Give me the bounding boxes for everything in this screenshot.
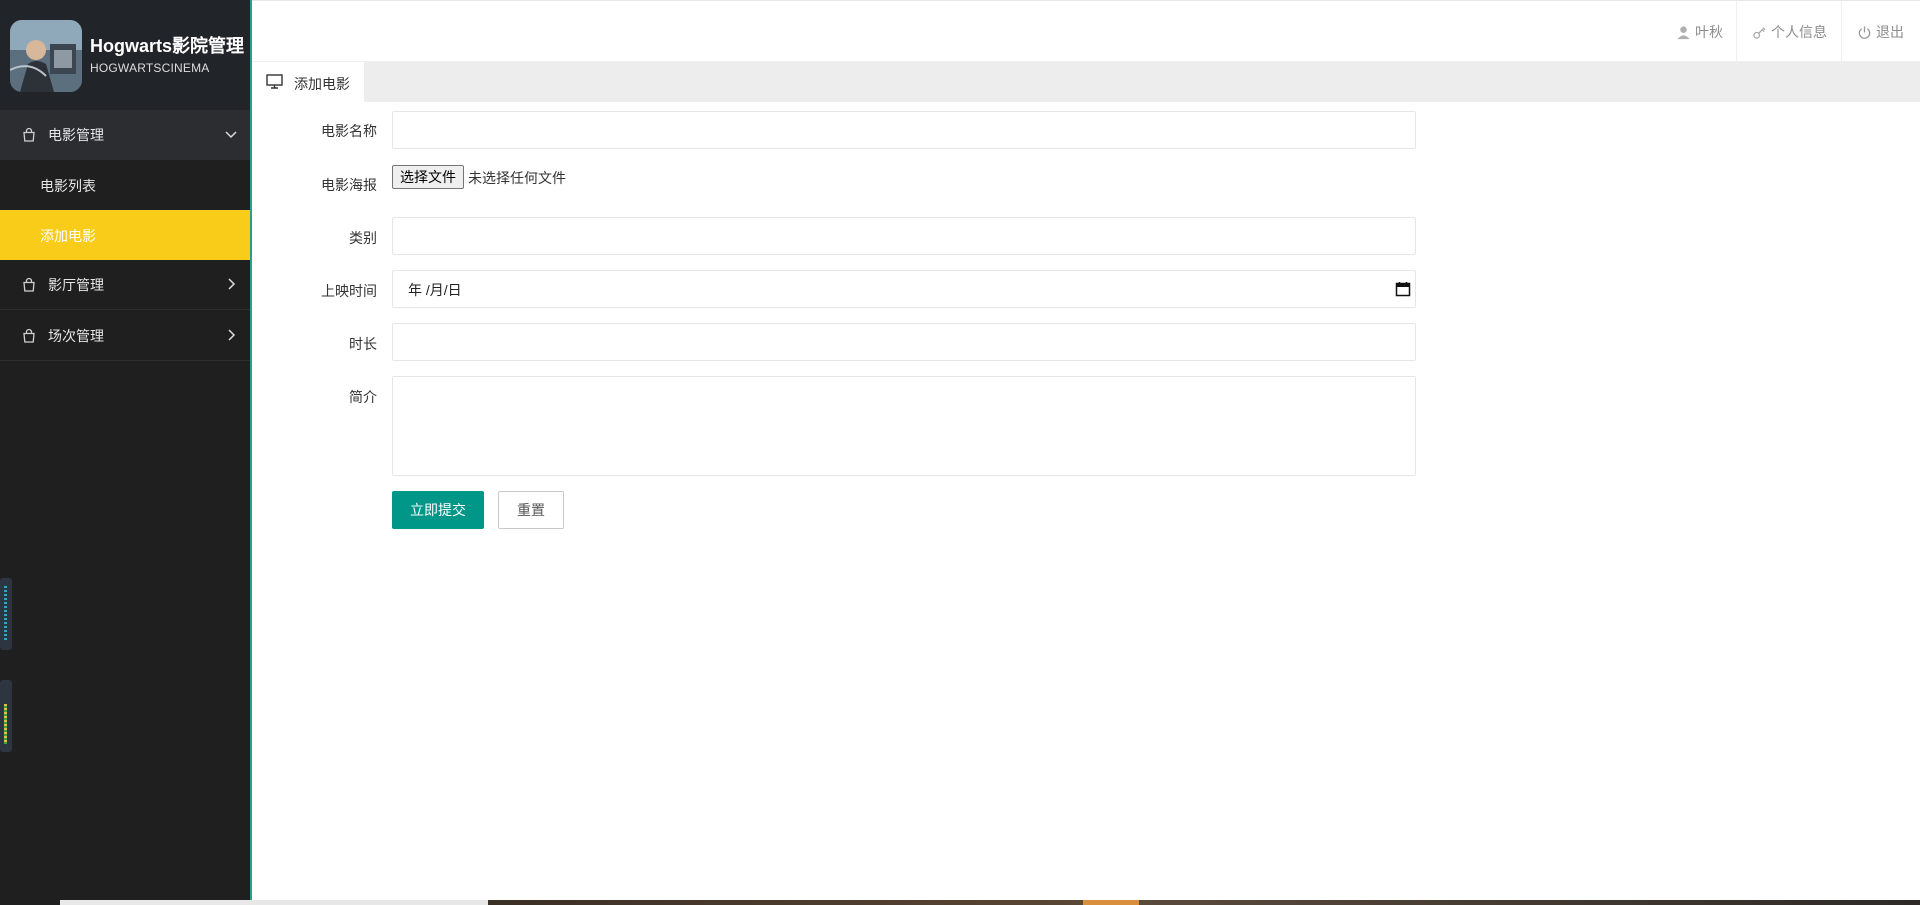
tab-add-movie[interactable]: 添加电影 xyxy=(252,62,364,102)
duration-label: 时长 xyxy=(349,336,377,352)
power-icon xyxy=(1858,25,1871,39)
user-name: 叶秋 xyxy=(1695,24,1723,40)
key-icon xyxy=(1753,26,1766,39)
duration-input[interactable] xyxy=(392,323,1416,361)
sidebar-subitem-label: 电影列表 xyxy=(40,178,96,194)
tab-bar: 添加电影 xyxy=(252,62,1920,102)
brand-subtitle: HOGWARTSCINEMA xyxy=(90,61,210,75)
profile-link[interactable]: 个人信息 xyxy=(1752,1,1827,63)
release-date-label: 上映时间 xyxy=(321,283,377,299)
bag-icon xyxy=(23,328,35,343)
header-divider xyxy=(1736,1,1737,63)
tab-label: 添加电影 xyxy=(294,76,350,92)
brand-logo xyxy=(10,20,82,92)
sidebar-item-hall-management[interactable]: 影厅管理 xyxy=(0,260,250,310)
movie-name-input[interactable] xyxy=(392,111,1416,149)
sidebar-item-schedule-management[interactable]: 场次管理 xyxy=(0,311,250,361)
sidebar: Hogwarts影院管理 HOGWARTSCINEMA 电影管理 电影列表 添加… xyxy=(0,0,250,905)
side-level-meter[interactable] xyxy=(0,578,12,650)
chevron-down-icon xyxy=(225,131,237,139)
movie-name-label: 电影名称 xyxy=(321,123,377,139)
user-menu[interactable]: 叶秋 xyxy=(1676,1,1723,63)
chevron-right-icon xyxy=(228,329,236,341)
submit-button[interactable]: 立即提交 xyxy=(392,491,484,529)
header-divider xyxy=(1841,1,1842,63)
bag-icon xyxy=(23,277,35,292)
sidebar-item-label: 电影管理 xyxy=(48,127,104,143)
top-header: 叶秋 个人信息 退出 xyxy=(252,0,1920,63)
intro-label: 简介 xyxy=(349,389,377,405)
sidebar-item-label: 影厅管理 xyxy=(48,277,104,293)
sidebar-subitem-movie-list[interactable]: 电影列表 xyxy=(0,160,250,210)
sidebar-item-label: 场次管理 xyxy=(48,328,104,344)
logout-button[interactable]: 退出 xyxy=(1857,1,1904,63)
intro-textarea[interactable] xyxy=(392,376,1416,476)
file-status-text: 未选择任何文件 xyxy=(468,170,566,186)
user-icon xyxy=(1677,25,1690,39)
release-date-placeholder: 年 /月/日 xyxy=(408,282,462,298)
calendar-icon[interactable] xyxy=(1395,281,1411,297)
monitor-icon xyxy=(266,74,283,89)
sidebar-subitem-label: 添加电影 xyxy=(40,228,96,244)
brand-title: Hogwarts影院管理 xyxy=(90,36,245,56)
background-strip xyxy=(60,900,1920,905)
reset-button[interactable]: 重置 xyxy=(498,491,564,529)
bag-icon xyxy=(23,127,35,142)
logo-image-icon xyxy=(10,20,82,92)
chevron-right-icon xyxy=(228,278,236,290)
sidebar-subitem-add-movie[interactable]: 添加电影 xyxy=(0,210,250,260)
sidebar-item-movie-management[interactable]: 电影管理 xyxy=(0,110,250,160)
side-level-meter[interactable] xyxy=(0,680,12,752)
choose-file-button[interactable]: 选择文件 xyxy=(392,165,464,189)
profile-label: 个人信息 xyxy=(1771,24,1827,40)
logout-label: 退出 xyxy=(1876,24,1904,40)
category-label: 类别 xyxy=(349,230,377,246)
sidebar-divider xyxy=(250,0,252,905)
category-input[interactable] xyxy=(392,217,1416,255)
brand-header: Hogwarts影院管理 HOGWARTSCINEMA xyxy=(0,0,250,110)
release-date-input[interactable] xyxy=(392,270,1416,308)
poster-label: 电影海报 xyxy=(321,177,377,193)
